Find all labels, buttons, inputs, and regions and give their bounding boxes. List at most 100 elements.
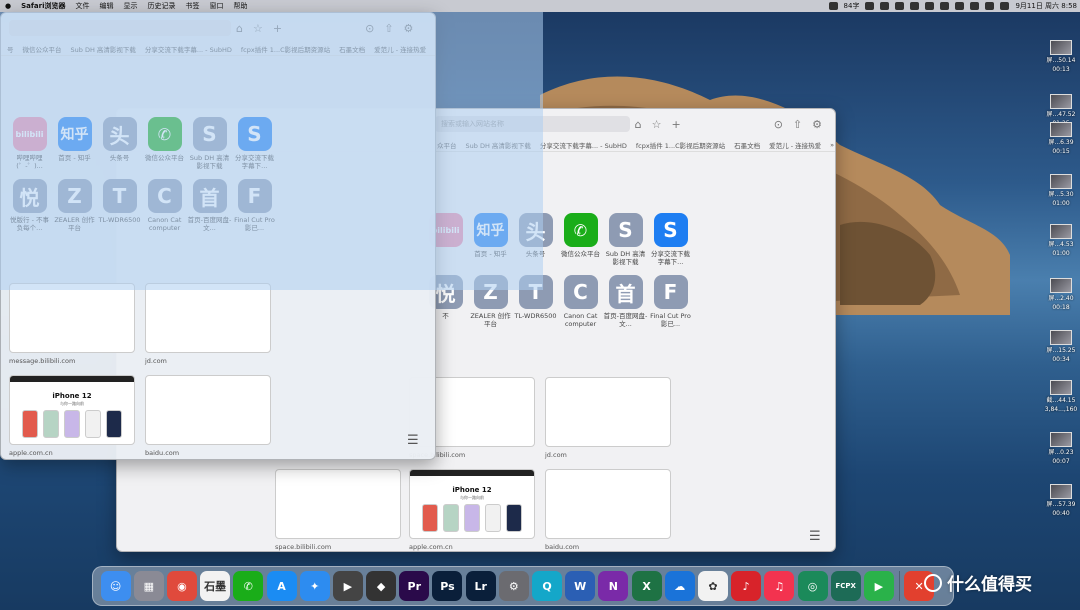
favorites-bar-item[interactable]: 号 xyxy=(7,44,14,54)
favorite-tile[interactable]: 首首页-百度网盘-文... xyxy=(603,275,648,337)
final-cut-icon[interactable]: ▶ xyxy=(332,571,363,601)
system-preferences-icon[interactable]: ⚙ xyxy=(498,571,529,601)
star-icon[interactable]: ☆ xyxy=(652,118,662,131)
share-icon[interactable]: ⇧ xyxy=(384,22,393,35)
desktop-file[interactable]: 屏...4.53 01:00 xyxy=(1044,224,1078,270)
search-icon[interactable] xyxy=(985,2,995,10)
premiere-icon[interactable]: Pr xyxy=(399,571,430,601)
favorite-tile[interactable]: T TL-WDR6500 xyxy=(97,179,142,241)
chrome-icon[interactable]: ◉ xyxy=(166,571,197,601)
favorite-tile[interactable]: C Canon Cat computer xyxy=(142,179,187,241)
favorites-bar-item[interactable]: Sub DH 高清影视下载 xyxy=(466,140,531,150)
favorites-bar-item[interactable]: 众平台 xyxy=(437,140,457,150)
netease-music-icon[interactable]: ♪ xyxy=(731,571,762,601)
share-icon[interactable]: ⇧ xyxy=(793,118,802,131)
lightroom-icon[interactable]: Lr xyxy=(465,571,496,601)
favorites-bar-item[interactable]: Sub DH 高清影视下载 xyxy=(71,44,136,54)
favorite-tile[interactable]: C Canon Cat computer xyxy=(558,275,603,337)
sliders-icon[interactable]: ☰ xyxy=(407,433,419,448)
safari-window-front[interactable]: ⌂ ☆ + ⊙ ⇧ ⚙ 号微信公众平台 Sub DH 高清影视下载 分享交流下载字幕… xyxy=(0,12,436,460)
home-icon[interactable]: ⌂ xyxy=(635,118,642,131)
favorite-tile[interactable]: 头头条号 xyxy=(97,117,142,179)
menu-window[interactable]: 窗口 xyxy=(210,1,224,11)
wechat-icon[interactable]: ✆ xyxy=(233,571,264,601)
menu-history[interactable]: 历史记录 xyxy=(148,1,176,11)
favorites-bar-item[interactable]: 石墨文档 xyxy=(734,140,760,150)
favorites-bar-item[interactable]: 微信公众平台 xyxy=(23,44,62,54)
favorites-bar-item[interactable]: 分享交流下载字幕... - SubHD xyxy=(145,44,232,54)
favorite-tile[interactable]: S Sub DH 高清影视下载 xyxy=(603,213,648,275)
favorite-tile[interactable]: bilibili 哔哩哔哩 (゜-゜)... xyxy=(7,117,52,179)
favorite-tile[interactable]: F Final Cut Pro影已... xyxy=(232,179,277,241)
favorites-bar-item[interactable]: fcpx插件 1...C影视后期资源站 xyxy=(241,44,330,54)
frequent-site[interactable]: iPhone 12 与你一路向前 apple.com.cn xyxy=(409,469,535,551)
frequent-site[interactable]: space.bilibili.com xyxy=(275,469,401,551)
spotlight-search-icon[interactable]: Q xyxy=(532,571,563,601)
status-icon[interactable] xyxy=(865,2,875,10)
green-app-icon[interactable]: ◎ xyxy=(797,571,828,601)
download-icon[interactable]: ⊙ xyxy=(365,22,374,35)
status-icon[interactable] xyxy=(880,2,890,10)
menu-bookmarks[interactable]: 书签 xyxy=(186,1,200,11)
favorite-tile[interactable]: F Final Cut Pro影已... xyxy=(648,275,693,337)
desktop-file[interactable]: 截...44.15 3,84...,160 xyxy=(1044,380,1078,426)
status-icon[interactable] xyxy=(895,2,905,10)
word-count-status[interactable]: 84字 xyxy=(844,1,860,11)
favorite-tile[interactable]: Z ZEALER 创作平台 xyxy=(52,179,97,241)
desktop-file[interactable]: 屏...2.40 00:18 xyxy=(1044,278,1078,324)
status-icon[interactable] xyxy=(910,2,920,10)
app-store-icon[interactable]: A xyxy=(266,571,297,601)
favorite-tile[interactable]: 头头条号 xyxy=(513,213,558,275)
status-icon[interactable] xyxy=(925,2,935,10)
sliders-icon[interactable]: ☰ xyxy=(809,529,821,544)
control-center-icon[interactable] xyxy=(1000,2,1010,10)
frequent-site[interactable]: baidu.com xyxy=(545,469,671,551)
status-icon[interactable] xyxy=(828,2,838,10)
apple-icon[interactable]: ● xyxy=(5,2,11,10)
desktop-file[interactable]: 屏...50.14 00:13 xyxy=(1044,40,1078,86)
favorite-tile[interactable]: 悦悦版行 - 不事负每个... xyxy=(7,179,52,241)
infuse-icon[interactable]: ▶ xyxy=(863,571,894,601)
menu-help[interactable]: 帮助 xyxy=(234,1,248,11)
desktop-file[interactable]: 屏...6.39 00:15 xyxy=(1044,122,1078,168)
more-chevron-icon[interactable]: » xyxy=(830,141,834,149)
frequent-site[interactable]: jd.com xyxy=(545,377,671,459)
menu-clock[interactable]: 9月11日 周六 8:58 xyxy=(1015,1,1077,11)
favorite-tile[interactable]: ✆ 微信公众平台 xyxy=(558,213,603,275)
desktop-file[interactable]: 屏...57.39 00:40 xyxy=(1044,484,1078,530)
frequent-site[interactable]: baidu.com xyxy=(145,375,271,457)
menu-app-name[interactable]: Safari浏览器 xyxy=(21,1,65,11)
gear-icon[interactable]: ⚙ xyxy=(812,118,822,131)
favorite-tile[interactable]: 知乎 首页 - 知乎 xyxy=(52,117,97,179)
frequent-site[interactable]: iPhone 12 与你一路向前 apple.com.cn xyxy=(9,375,135,457)
onedrive-icon[interactable]: ☁ xyxy=(664,571,695,601)
onenote-icon[interactable]: N xyxy=(598,571,629,601)
word-icon[interactable]: W xyxy=(565,571,596,601)
download-icon[interactable]: ⊙ xyxy=(774,118,783,131)
favorite-tile[interactable]: S 分享交流下载字幕下... xyxy=(648,213,693,275)
launchpad-icon[interactable]: ▦ xyxy=(133,571,164,601)
address-bar[interactable] xyxy=(9,20,231,36)
photoshop-icon[interactable]: Ps xyxy=(432,571,463,601)
home-icon[interactable]: ⌂ xyxy=(236,22,243,35)
favorites-bar-item[interactable]: 爱范儿 - 连接热爱 xyxy=(769,140,821,150)
menu-file[interactable]: 文件 xyxy=(76,1,90,11)
finder-icon[interactable]: ☺ xyxy=(100,571,131,601)
wifi-icon[interactable] xyxy=(970,2,980,10)
frequent-site[interactable]: message.bilibili.com xyxy=(9,283,135,365)
status-icon[interactable] xyxy=(940,2,950,10)
status-icon[interactable] xyxy=(955,2,965,10)
favorite-tile[interactable]: S 分享交流下载字幕下... xyxy=(232,117,277,179)
desktop-file[interactable]: 屏...0.23 00:07 xyxy=(1044,432,1078,478)
favorites-bar-item[interactable]: 石墨文档 xyxy=(339,44,365,54)
favorites-bar-item[interactable]: 分享交流下载字幕... - SubHD xyxy=(540,140,627,150)
favorite-tile[interactable]: ✆ 微信公众平台 xyxy=(142,117,187,179)
favorites-bar-item[interactable]: 爱范儿 - 连接热爱 xyxy=(374,44,426,54)
star-icon[interactable]: ☆ xyxy=(253,22,263,35)
desktop-file[interactable]: 屏...15.25 00:34 xyxy=(1044,330,1078,376)
favorite-tile[interactable]: 知乎 首页 - 知乎 xyxy=(468,213,513,275)
favorite-tile[interactable]: S Sub DH 高清影视下载 xyxy=(187,117,232,179)
photos-icon[interactable]: ✿ xyxy=(697,571,728,601)
desktop-file[interactable]: 屏...5.30 01:00 xyxy=(1044,174,1078,220)
favorites-bar-item[interactable]: fcpx插件 1...C影视后期资源站 xyxy=(636,140,725,150)
